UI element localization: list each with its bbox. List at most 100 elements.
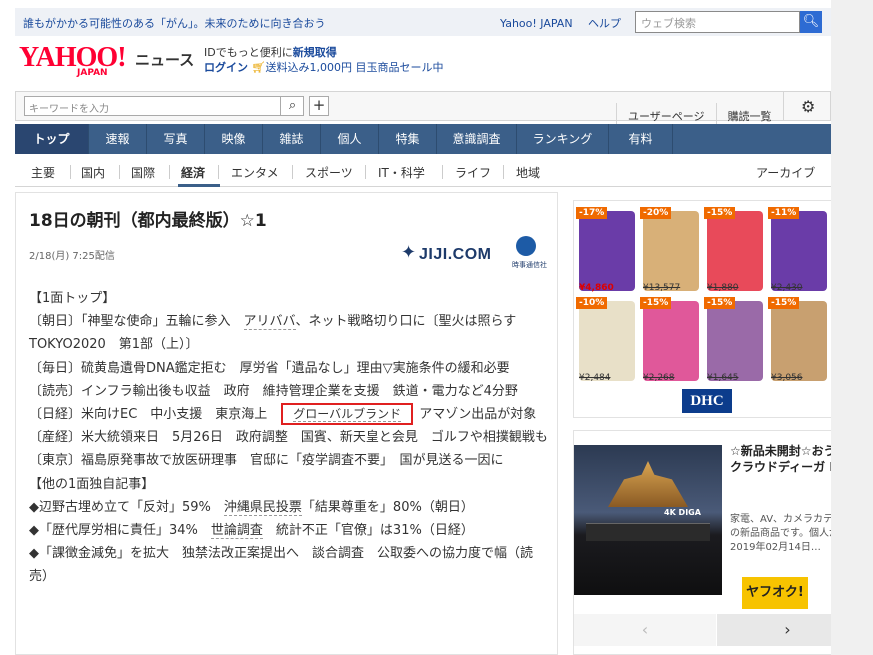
castle-graphic [608, 461, 688, 507]
nav-features[interactable]: 特集 [379, 124, 437, 154]
subnav-life[interactable]: ライフ [455, 164, 491, 181]
subnav-region[interactable]: 地域 [516, 164, 540, 181]
jiji-sub-text: 時事通信社 [512, 261, 547, 269]
cart-icon: 🛒︎ [251, 61, 266, 74]
user-links: ユーザーページ 購読一覧 [616, 92, 823, 131]
dhc-ad[interactable]: ▷ -17% ¥4,860 -20% ¥13,577 -15% ¥1,880 -… [573, 200, 858, 418]
web-search-button[interactable]: 🔍︎ [800, 11, 822, 33]
jiji-emblem-icon [516, 236, 536, 256]
subnav-economy[interactable]: 経済 [181, 164, 205, 181]
article-line: ◆「課徴金減免」を拡大 独禁法改正案提出へ 談合調査 公取委への協力度で幅（読売… [29, 546, 533, 585]
recorder-graphic [586, 523, 710, 541]
register-link[interactable]: 新規取得 [293, 46, 337, 59]
subnav-entertainment[interactable]: エンタメ [231, 164, 279, 181]
product-price: ¥13,577 [643, 283, 681, 293]
nav-individual[interactable]: 個人 [321, 124, 379, 154]
nav-ranking[interactable]: ランキング [517, 124, 609, 154]
opinion-poll-link[interactable]: 世論調査 [210, 523, 263, 540]
product-image[interactable]: 4K DIGA [574, 445, 722, 595]
nav-photos[interactable]: 写真 [147, 124, 205, 154]
jiji-logo[interactable]: ✦ JIJI.COM 時事通信社 [401, 236, 551, 272]
banner-links: Yahoo! JAPAN ヘルプ [500, 15, 633, 31]
chevron-left-icon: ‹ [641, 620, 649, 639]
web-search-input[interactable]: ウェブ検索 [635, 11, 800, 33]
article-line: ◆「歴代厚労相に責任」34% 世論調査 統計不正「官僚」は31%（日経） [29, 519, 549, 542]
search-icon[interactable]: ⌕ [280, 96, 304, 116]
article-line: 【1面トップ】 [29, 291, 116, 306]
article-body: 【1面トップ】 〔朝日〕「神聖な使命」五輪に参入 アリババ、ネット戦略切り口に〔… [29, 287, 549, 589]
article-line: 〔毎日〕硫黄島遺骨DNA鑑定拒む 厚労省「遺品なし」理由▽実施条件の緩和必要 [29, 360, 510, 376]
product-image [707, 211, 763, 291]
help-link[interactable]: ヘルプ [588, 17, 621, 30]
login-link[interactable]: ログイン [204, 61, 248, 74]
carousel-prev-button[interactable]: ‹ [574, 614, 716, 646]
nav-survey[interactable]: 意識調査 [437, 124, 517, 154]
product-image [771, 211, 827, 291]
ad-product[interactable]: -15% ¥3,056 [768, 297, 830, 385]
okinawa-referendum-link[interactable]: 沖縄県民投票 [223, 499, 302, 516]
cancer-campaign-link[interactable]: 誰もがかかる可能性のある「がん」。未来のために向き合おう [23, 15, 326, 31]
text-segment: 〔朝日〕「神聖な使命」五輪に参入 [29, 314, 244, 330]
highlighted-keyword-box[interactable]: グローバルブランド [281, 403, 414, 426]
page: 誰もがかかる可能性のある「がん」。未来のために向き合おう Yahoo! JAPA… [15, 0, 858, 655]
product-price: ¥2,430 [771, 283, 803, 293]
discount-badge: -15% [704, 297, 736, 309]
subnav-main[interactable]: 主要 [31, 164, 55, 181]
discount-badge: -11% [768, 207, 800, 219]
nav-paid[interactable]: 有料 [609, 124, 673, 154]
chevron-right-icon: › [784, 620, 791, 639]
jiji-logo-text: JIJI.COM [419, 246, 492, 263]
text-segment: 「結果尊重を」80%（朝日） [301, 499, 474, 515]
discount-badge: -10% [576, 297, 608, 309]
article-line: ◆辺野古埋め立て「反対」59% 沖縄県民投票「結果尊重を」80%（朝日） [29, 496, 549, 519]
nav-video[interactable]: 映像 [205, 124, 263, 154]
yahoo-logo[interactable]: YAHOO! JAPAN [19, 44, 137, 79]
product-price: ¥2,268 [643, 373, 675, 383]
ad-product[interactable]: -11% ¥2,430 [768, 207, 830, 295]
subnav-divider [503, 165, 504, 179]
discount-badge: -17% [576, 207, 608, 219]
subnav-international[interactable]: 国際 [131, 164, 155, 181]
article-date: 2/18(月) 7:25配信 [29, 251, 115, 262]
text-segment: ◆「歴代厚労相に責任」34% [29, 523, 211, 539]
ad-product[interactable]: -10% ¥2,484 [576, 297, 638, 385]
auction-ad[interactable]: ⓘ 4K DIGA ☆新品未開封☆おうちクラウドディーガ D… 家電、AV、カメ… [573, 430, 858, 655]
article-title: 18日の朝刊（都内最終版）☆1 [29, 211, 267, 231]
page-margin [831, 0, 873, 655]
dhc-logo[interactable]: DHC [682, 389, 732, 413]
text-segment: アマゾン出品が対象 [419, 407, 537, 423]
search-icon: 🔍︎ [802, 14, 820, 29]
nav-breaking[interactable]: 速報 [89, 124, 147, 154]
header-promo: IDでもっと便利に新規取得 ログイン 🛒︎送料込み1,000円 目玉商品セール中 [204, 45, 443, 75]
text-segment: 〔日経〕米向けEC 中小支援 東京海上 [29, 407, 268, 423]
top-banner: 誰もがかかる可能性のある「がん」。未来のために向き合おう Yahoo! JAPA… [15, 8, 831, 36]
active-tab-indicator [178, 184, 220, 187]
nav-top[interactable]: トップ [15, 124, 89, 154]
nav-magazine[interactable]: 雑誌 [263, 124, 321, 154]
sub-nav: 主要 国内 国際 経済 エンタメ スポーツ IT・科学 ライフ 地域 アーカイブ [15, 157, 831, 187]
subnav-domestic[interactable]: 国内 [81, 164, 105, 181]
global-brand-link[interactable]: グローバルブランド [293, 407, 402, 423]
product-price: ¥2,484 [579, 373, 611, 383]
shopping-promo-link[interactable]: 送料込み1,000円 目玉商品セール中 [265, 61, 443, 74]
subnav-it-science[interactable]: IT・科学 [378, 164, 425, 181]
discount-badge: -15% [768, 297, 800, 309]
gear-icon[interactable]: ⚙ [801, 97, 815, 116]
ad-product[interactable]: -17% ¥4,860 [576, 207, 638, 295]
product-price: ¥4,860 [579, 283, 614, 293]
keyword-input[interactable]: キーワードを入力 [24, 96, 304, 116]
ad-product[interactable]: -15% ¥1,880 [704, 207, 766, 295]
archive-link[interactable]: アーカイブ [756, 164, 815, 181]
yahoo-japan-link[interactable]: Yahoo! JAPAN [500, 17, 573, 30]
article-line: 【他の1面独自記事】 [29, 476, 155, 492]
alibaba-link[interactable]: アリババ [243, 314, 296, 331]
subnav-sports[interactable]: スポーツ [305, 164, 353, 181]
add-plus-button[interactable]: + [309, 96, 329, 116]
yafuoku-logo[interactable]: ヤフオク! [742, 577, 808, 609]
article-line: 〔朝日〕「神聖な使命」五輪に参入 アリババ、ネット戦略切り口に〔聖火は照らす T… [29, 310, 549, 356]
ad-product[interactable]: -20% ¥13,577 [640, 207, 702, 295]
ad-product[interactable]: -15% ¥1,645 [704, 297, 766, 385]
article-line: 〔東京〕福島原発事故で放医研理事 官邸に「疫学調査不要」 国が見送る一因に [29, 453, 504, 469]
ad-product[interactable]: -15% ¥2,268 [640, 297, 702, 385]
news-logo-text[interactable]: ニュース [135, 49, 194, 70]
